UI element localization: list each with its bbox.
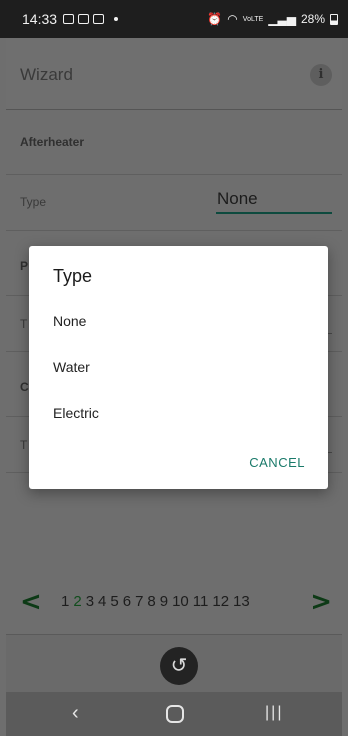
nav-home-icon[interactable]	[166, 705, 184, 723]
bottom-toolbar: ↺	[6, 634, 342, 692]
page-number[interactable]: 11	[193, 593, 209, 610]
type-select[interactable]: None	[216, 189, 332, 214]
section-label-fragment-2: C	[20, 380, 29, 394]
battery-percent: 28%	[300, 12, 325, 26]
alarm-icon: ⏰	[207, 12, 223, 26]
page-number[interactable]: 12	[212, 593, 229, 610]
undo-icon[interactable]: ↺	[160, 647, 198, 685]
page-number[interactable]: 8	[147, 593, 155, 610]
type-row: Type None	[6, 175, 342, 231]
field-label-fragment: T	[20, 317, 28, 331]
battery-icon	[330, 13, 338, 25]
more-notifications-dot-icon	[114, 17, 119, 21]
nav-back-icon[interactable]: ‹	[72, 702, 79, 725]
dialog-title: Type	[53, 266, 93, 286]
status-time: 14:33	[22, 11, 58, 27]
page-number[interactable]: 5	[110, 593, 118, 610]
gallery-notification-icon	[63, 14, 75, 24]
status-system-icons: ⏰ ◠ VoLTE ▁▃▅ 28%	[207, 12, 338, 26]
page-number[interactable]: 6	[123, 593, 131, 610]
app-bar: Wizard i	[6, 38, 342, 110]
signal-strength-icon: ▁▃▅	[268, 12, 296, 26]
section-label-fragment: P	[20, 259, 29, 273]
page-number[interactable]: 3	[86, 593, 94, 610]
type-label: Type	[20, 195, 47, 209]
page-number[interactable]: 9	[160, 593, 168, 610]
volte-icon: VoLTE	[242, 15, 264, 23]
wifi-icon: ◠	[227, 12, 238, 26]
system-nav-bar: ‹ |||	[6, 692, 342, 736]
page-number[interactable]: 1	[61, 593, 69, 610]
page-title: Wizard	[20, 65, 73, 84]
pager: < 1 2 3 4 5 6 7 8 9 10 11 12 13 >	[6, 585, 342, 621]
pager-next-button[interactable]: >	[310, 587, 332, 617]
page-number[interactable]: 4	[98, 593, 106, 610]
cancel-button[interactable]: CANCEL	[249, 455, 305, 470]
pager-prev-button[interactable]: <	[20, 587, 42, 617]
status-bar: 14:33 ⏰ ◠ VoLTE ▁▃▅ 28%	[0, 0, 348, 38]
app-notification-icon-2	[93, 14, 105, 24]
dialog-option-water[interactable]: Water	[53, 359, 90, 375]
field-label-fragment-2: T	[20, 438, 28, 452]
page-numbers: 1 2 3 4 5 6 7 8 9 10 11 12 13	[61, 593, 250, 610]
status-notification-icons	[63, 14, 119, 24]
info-icon[interactable]: i	[310, 64, 332, 86]
page-number[interactable]: 7	[135, 593, 143, 610]
section-row: Afterheater	[6, 110, 342, 175]
nav-recents-icon[interactable]: |||	[265, 704, 283, 722]
dialog-option-electric[interactable]: Electric	[53, 405, 99, 421]
page-number-current[interactable]: 2	[73, 593, 81, 610]
app-notification-icon	[78, 14, 90, 24]
page-number[interactable]: 10	[172, 593, 189, 610]
dialog-option-none[interactable]: None	[53, 313, 86, 329]
type-selection-dialog: Type None Water Electric CANCEL	[29, 246, 328, 489]
page-number[interactable]: 13	[233, 593, 250, 610]
section-label-afterheater: Afterheater	[20, 135, 85, 149]
